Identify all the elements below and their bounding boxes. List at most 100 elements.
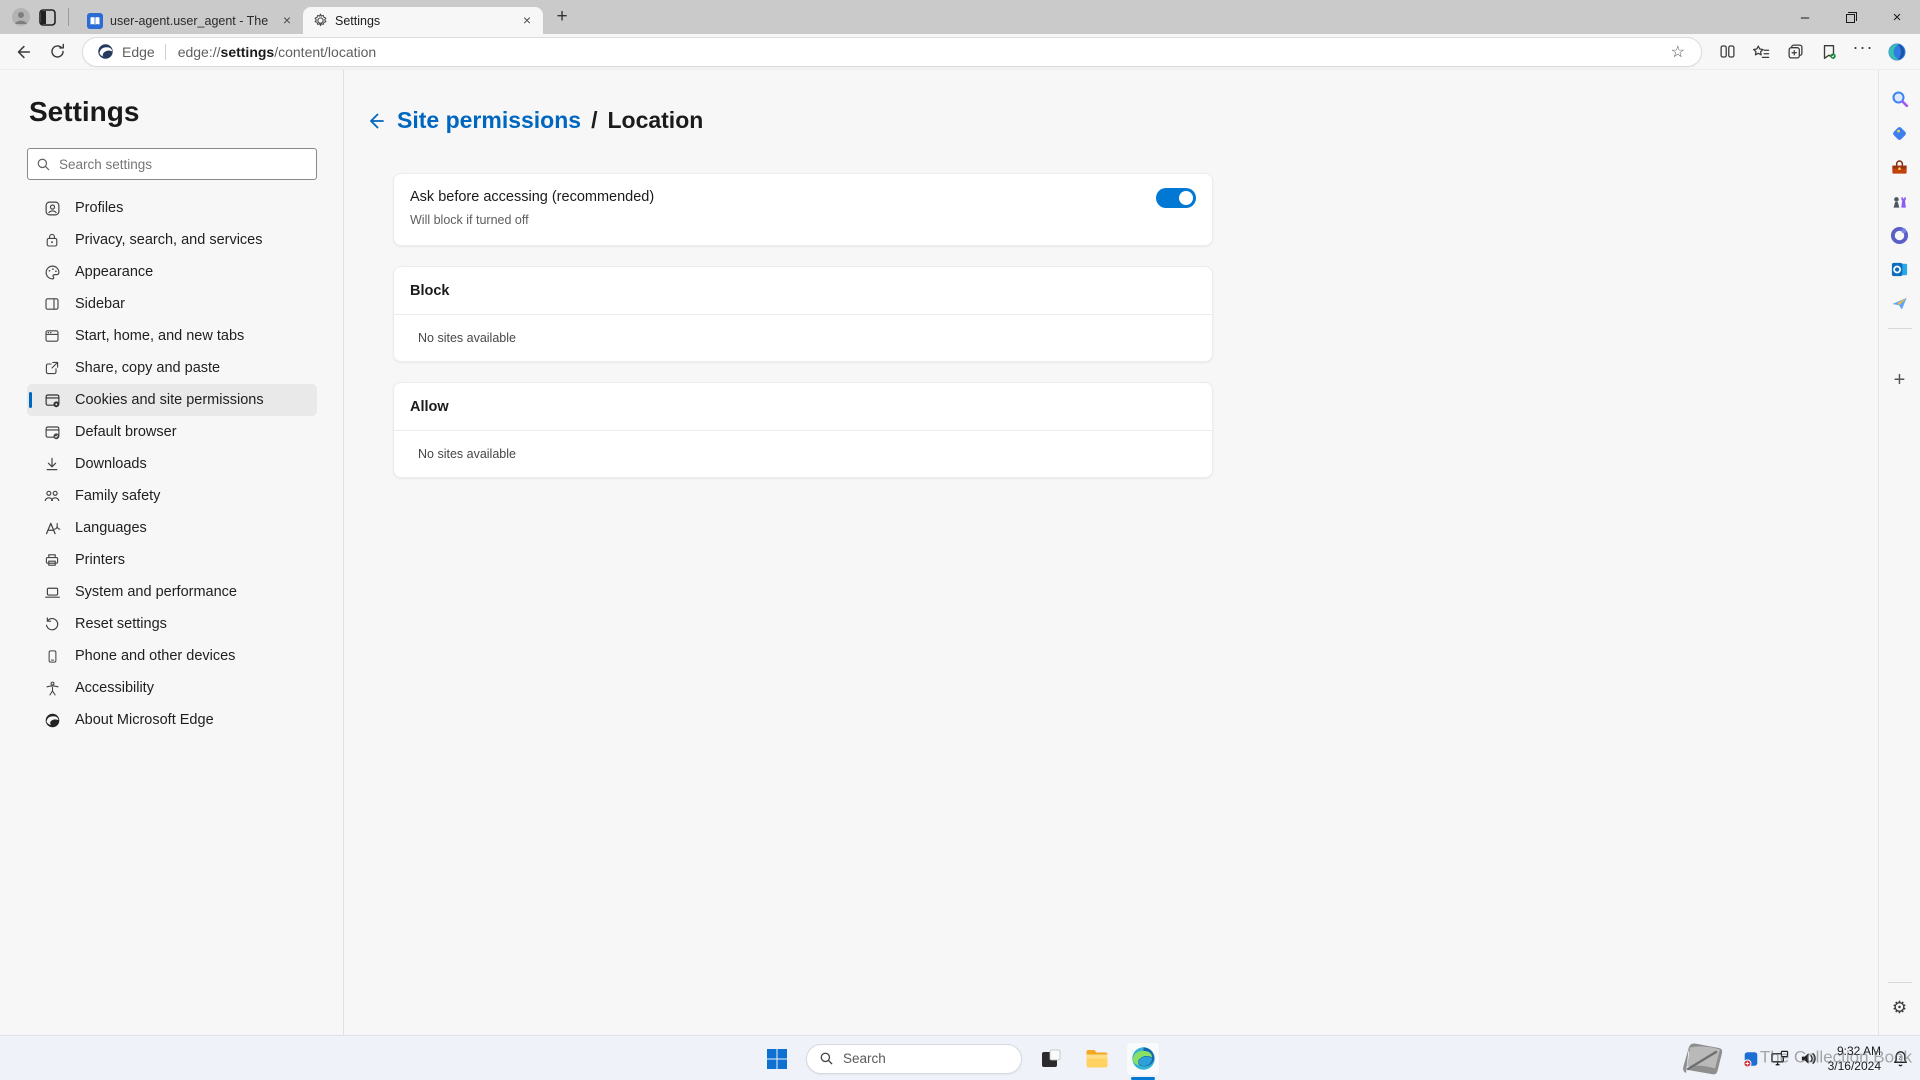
download-icon bbox=[43, 455, 61, 473]
refresh-icon[interactable] bbox=[40, 37, 74, 67]
sidebar-item-languages[interactable]: Languages bbox=[27, 512, 317, 544]
default-browser-icon bbox=[43, 423, 61, 441]
search-settings-input[interactable] bbox=[59, 156, 308, 172]
titlebar-divider bbox=[68, 8, 69, 26]
rail-settings-gear-icon[interactable]: ⚙ bbox=[1885, 991, 1915, 1025]
share-icon bbox=[43, 359, 61, 377]
collections-icon[interactable] bbox=[1778, 37, 1812, 67]
sidebar-games-icon[interactable] bbox=[1885, 184, 1915, 218]
minimize-button[interactable]: – bbox=[1782, 0, 1828, 34]
sidebar-item-about-edge[interactable]: About Microsoft Edge bbox=[27, 704, 317, 736]
breadcrumb-separator: / bbox=[591, 107, 598, 133]
tab-title: Settings bbox=[335, 13, 381, 28]
system-tray: 9:32 AM 3/16/2024 z The Collection Book bbox=[1678, 1036, 1920, 1080]
edge-taskbar-icon[interactable] bbox=[1126, 1041, 1160, 1080]
taskbar-search-input[interactable] bbox=[843, 1051, 1020, 1066]
block-card: Block No sites available bbox=[393, 266, 1213, 362]
sidebar-item-privacy[interactable]: Privacy, search, and services bbox=[27, 224, 317, 256]
settings-sidebar: Settings Profiles Privacy, search, and s… bbox=[0, 70, 344, 1035]
notification-bell-icon[interactable]: z bbox=[1890, 1049, 1910, 1069]
network-icon[interactable] bbox=[1770, 1049, 1790, 1069]
split-screen-icon[interactable] bbox=[1710, 37, 1744, 67]
sidebar-outlook-icon[interactable] bbox=[1885, 252, 1915, 286]
sidebar-tools-icon[interactable] bbox=[1885, 150, 1915, 184]
start-button-icon[interactable] bbox=[760, 1042, 794, 1076]
sidebar-item-cookies-site-permissions[interactable]: Cookies and site permissions bbox=[27, 384, 317, 416]
sidebar-layout-icon bbox=[43, 295, 61, 313]
sidebar-item-family-safety[interactable]: Family safety bbox=[27, 480, 317, 512]
settings-more-icon[interactable]: ··· bbox=[1846, 37, 1880, 67]
edge-badge-icon bbox=[97, 43, 114, 60]
site-permissions-icon bbox=[43, 391, 61, 409]
new-tab-button[interactable]: + bbox=[549, 4, 575, 30]
breadcrumb-site-permissions-link[interactable]: Site permissions bbox=[397, 107, 581, 134]
sidebar-item-reset-settings[interactable]: Reset settings bbox=[27, 608, 317, 640]
favorites-icon[interactable] bbox=[1744, 37, 1778, 67]
watermark-book-icon bbox=[1678, 1039, 1730, 1079]
rail-divider bbox=[1887, 982, 1912, 983]
accessibility-icon bbox=[43, 679, 61, 697]
browser-content: Settings Profiles Privacy, search, and s… bbox=[0, 70, 1920, 1035]
block-empty-text: No sites available bbox=[418, 331, 516, 345]
tab-title: user-agent.user_agent - The Coll bbox=[110, 13, 272, 28]
profile-avatar-icon[interactable] bbox=[8, 4, 34, 30]
address-bar[interactable]: Edge edge://settings/content/location ☆ bbox=[82, 36, 1702, 67]
tab-settings[interactable]: Settings × bbox=[303, 7, 543, 34]
window-controls: – × bbox=[1782, 0, 1920, 34]
sidebar-item-system-performance[interactable]: System and performance bbox=[27, 576, 317, 608]
sidebar-item-phone-devices[interactable]: Phone and other devices bbox=[27, 640, 317, 672]
ask-before-accessing-toggle[interactable] bbox=[1156, 188, 1196, 208]
sidebar-item-default-browser[interactable]: Default browser bbox=[27, 416, 317, 448]
active-app-indicator bbox=[1131, 1076, 1155, 1080]
palette-icon bbox=[43, 263, 61, 281]
site-zone-label: Edge bbox=[122, 43, 155, 60]
breadcrumb: Site permissions / Location bbox=[365, 107, 1878, 134]
profiles-icon bbox=[43, 199, 61, 217]
breadcrumb-back-icon[interactable] bbox=[365, 110, 387, 132]
sidebar-item-accessibility[interactable]: Accessibility bbox=[27, 672, 317, 704]
tray-app-icon[interactable] bbox=[1741, 1049, 1761, 1069]
restore-button[interactable] bbox=[1828, 0, 1874, 34]
sidebar-item-sidebar[interactable]: Sidebar bbox=[27, 288, 317, 320]
breadcrumb-current: Location bbox=[607, 107, 704, 133]
close-button[interactable]: × bbox=[1874, 0, 1920, 34]
taskbar-clock[interactable]: 9:32 AM 3/16/2024 bbox=[1828, 1044, 1881, 1074]
tab-close-icon[interactable]: × bbox=[519, 12, 535, 29]
laptop-icon bbox=[43, 583, 61, 601]
sidebar-microsoft365-icon[interactable] bbox=[1885, 218, 1915, 252]
settings-nav-list: Profiles Privacy, search, and services A… bbox=[27, 192, 317, 736]
tab-actions-icon[interactable] bbox=[34, 4, 60, 30]
ask-before-accessing-card: Ask before accessing (recommended) Will … bbox=[393, 173, 1213, 246]
url-text: edge://settings/content/location bbox=[177, 43, 377, 60]
clock-time: 9:32 AM bbox=[1836, 1043, 1881, 1058]
allow-empty-text: No sites available bbox=[418, 447, 516, 461]
sidebar-item-downloads[interactable]: Downloads bbox=[27, 448, 317, 480]
taskbar-search-box[interactable] bbox=[806, 1043, 1022, 1074]
tab-collection[interactable]: user-agent.user_agent - The Coll × bbox=[77, 7, 303, 34]
collection-favicon-icon bbox=[87, 12, 103, 29]
ask-before-accessing-label: Ask before accessing (recommended) bbox=[410, 189, 655, 205]
file-explorer-icon[interactable] bbox=[1080, 1042, 1114, 1076]
settings-search-box[interactable] bbox=[27, 148, 317, 180]
sidebar-item-start-home-tabs[interactable]: Start, home, and new tabs bbox=[27, 320, 317, 352]
settings-favicon-icon bbox=[313, 13, 328, 28]
desktop-screen: user-agent.user_agent - The Coll × Setti… bbox=[0, 0, 1920, 1080]
volume-icon[interactable] bbox=[1799, 1049, 1819, 1069]
sidebar-item-appearance[interactable]: Appearance bbox=[27, 256, 317, 288]
favorite-star-icon[interactable]: ☆ bbox=[1665, 42, 1691, 62]
windows-taskbar: 9:32 AM 3/16/2024 z The Collection Book bbox=[0, 1035, 1920, 1080]
sidebar-item-profiles[interactable]: Profiles bbox=[27, 192, 317, 224]
task-view-icon[interactable] bbox=[1034, 1042, 1068, 1076]
sidebar-item-share-copy-paste[interactable]: Share, copy and paste bbox=[27, 352, 317, 384]
sidebar-search-icon[interactable] bbox=[1885, 82, 1915, 116]
browser-essentials-icon[interactable] bbox=[1812, 37, 1846, 67]
sidebar-item-printers[interactable]: Printers bbox=[27, 544, 317, 576]
start-layout-icon bbox=[43, 327, 61, 345]
back-icon[interactable] bbox=[6, 37, 40, 67]
rail-customize-plus-icon[interactable]: + bbox=[1885, 363, 1915, 397]
sidebar-shopping-icon[interactable] bbox=[1885, 116, 1915, 150]
copilot-icon[interactable] bbox=[1880, 37, 1914, 67]
taskbar-search-icon bbox=[819, 1051, 834, 1066]
tab-close-icon[interactable]: × bbox=[279, 12, 295, 29]
sidebar-drop-icon[interactable] bbox=[1885, 286, 1915, 320]
